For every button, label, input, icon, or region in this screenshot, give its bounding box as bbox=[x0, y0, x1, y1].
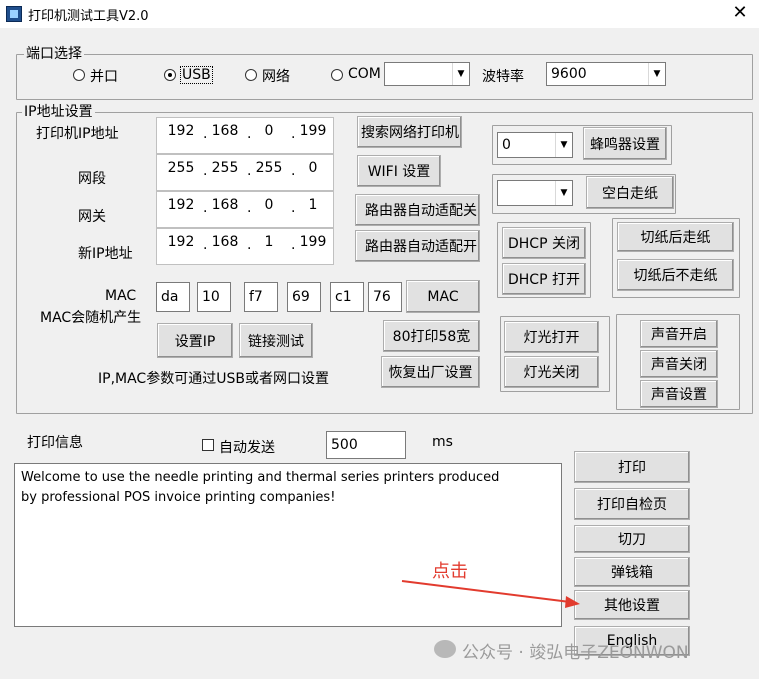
interval-input[interactable]: 500 bbox=[326, 431, 406, 459]
mac-label: MAC bbox=[105, 288, 137, 304]
blank-feed-select[interactable]: ▼ bbox=[497, 180, 573, 206]
buzzer-settings-button[interactable]: 蜂鸣器设置 bbox=[583, 127, 667, 160]
subnet-field[interactable]: 255 . 255 . 255 . 0 bbox=[156, 154, 334, 191]
radio-com[interactable] bbox=[331, 69, 343, 81]
print-text-line: by professional POS invoice printing com… bbox=[21, 490, 336, 505]
interval-unit: ms bbox=[432, 434, 453, 450]
app-icon bbox=[6, 6, 22, 22]
ip-legend: IP地址设置 bbox=[22, 104, 95, 120]
ip-octet: 1 bbox=[308, 197, 318, 213]
ip-octet: 0 bbox=[264, 123, 274, 139]
cash-drawer-button[interactable]: 弹钱箱 bbox=[574, 557, 690, 587]
close-icon[interactable]: ✕ bbox=[728, 2, 752, 24]
ip-octet: 168 bbox=[211, 123, 239, 139]
ip-mac-hint: IP,MAC参数可通过USB或者网口设置 bbox=[98, 371, 329, 387]
link-test-button[interactable]: 链接测试 bbox=[239, 323, 313, 358]
dhcp-off-button[interactable]: DHCP 关闭 bbox=[502, 227, 586, 259]
ip-octet: 199 bbox=[299, 234, 327, 250]
dhcp-on-button[interactable]: DHCP 打开 bbox=[502, 263, 586, 295]
cut-feed-button[interactable]: 切纸后走纸 bbox=[617, 222, 734, 252]
sound-on-button[interactable]: 声音开启 bbox=[640, 320, 718, 348]
print-info-label: 打印信息 bbox=[27, 435, 83, 451]
auto-send-checkbox[interactable] bbox=[202, 439, 214, 451]
ip-octet: 1 bbox=[264, 234, 274, 250]
wifi-settings-button[interactable]: WIFI 设置 bbox=[357, 155, 441, 187]
set-ip-button[interactable]: 设置IP bbox=[157, 323, 233, 358]
router-auto-off-button[interactable]: 路由器自动适配关 bbox=[355, 194, 480, 226]
new-ip-field[interactable]: 192 . 168 . 1 . 199 bbox=[156, 228, 334, 265]
radio-usb-label: USB bbox=[180, 66, 213, 84]
port-legend: 端口选择 bbox=[24, 46, 84, 62]
search-printer-button[interactable]: 搜索网络打印机 bbox=[357, 116, 462, 148]
mac-octet-field[interactable]: 69 bbox=[287, 282, 321, 312]
ip-octet: 192 bbox=[167, 234, 195, 250]
print-text-line: Welcome to use the needle printing and t… bbox=[21, 470, 500, 485]
router-auto-on-button[interactable]: 路由器自动适配开 bbox=[355, 230, 480, 262]
buzzer-select[interactable]: 0 ▼ bbox=[497, 132, 573, 158]
title-bar: 打印机测试工具V2.0 ✕ bbox=[0, 0, 759, 28]
watermark-text: 公众号 · 竣弘电子ZEONWON bbox=[462, 643, 689, 663]
restore-factory-button[interactable]: 恢复出厂设置 bbox=[381, 356, 480, 388]
chevron-down-icon: ▼ bbox=[555, 133, 572, 157]
chevron-down-icon: ▼ bbox=[648, 63, 665, 85]
ip-octet: 168 bbox=[211, 197, 239, 213]
new-ip-label: 新IP地址 bbox=[78, 246, 133, 262]
sound-settings-button[interactable]: 声音设置 bbox=[640, 380, 718, 408]
wechat-icon bbox=[434, 640, 456, 658]
baud-label: 波特率 bbox=[482, 69, 524, 85]
self-test-button[interactable]: 打印自检页 bbox=[574, 488, 690, 520]
ip-octet: 192 bbox=[167, 123, 195, 139]
ip-octet: 0 bbox=[264, 197, 274, 213]
ip-octet: 168 bbox=[211, 234, 239, 250]
ip-octet: 255 bbox=[211, 160, 239, 176]
mac-octet-field[interactable]: 10 bbox=[197, 282, 231, 312]
ip-octet: 192 bbox=[167, 197, 195, 213]
chevron-down-icon: ▼ bbox=[555, 181, 572, 205]
red-arrow-icon bbox=[401, 580, 580, 608]
ip-octet: 255 bbox=[255, 160, 283, 176]
print-button[interactable]: 打印 bbox=[574, 451, 690, 483]
mac-octet-field[interactable]: 76 bbox=[368, 282, 402, 312]
sound-off-button[interactable]: 声音关闭 bbox=[640, 350, 718, 378]
baud-select[interactable]: 9600 ▼ bbox=[546, 62, 666, 86]
chevron-down-icon: ▼ bbox=[452, 63, 469, 85]
radio-usb[interactable] bbox=[164, 69, 176, 81]
light-off-button[interactable]: 灯光关闭 bbox=[504, 356, 599, 388]
gateway-label: 网关 bbox=[78, 209, 106, 225]
cutter-button[interactable]: 切刀 bbox=[574, 525, 690, 553]
ip-octet: 0 bbox=[308, 160, 318, 176]
mac-octet-field[interactable]: da bbox=[156, 282, 190, 312]
printer-ip-label: 打印机IP地址 bbox=[36, 126, 119, 142]
window-title: 打印机测试工具V2.0 bbox=[28, 9, 149, 24]
blank-feed-button[interactable]: 空白走纸 bbox=[586, 176, 674, 209]
auto-send-label: 自动发送 bbox=[219, 440, 275, 456]
radio-network[interactable] bbox=[245, 69, 257, 81]
radio-parallel-label: 并口 bbox=[90, 69, 118, 85]
print80-58-button[interactable]: 80打印58宽 bbox=[383, 320, 480, 352]
ip-octet: 199 bbox=[299, 123, 327, 139]
mac-octet-field[interactable]: f7 bbox=[244, 282, 278, 312]
mac-button[interactable]: MAC bbox=[406, 280, 480, 313]
radio-parallel[interactable] bbox=[73, 69, 85, 81]
light-on-button[interactable]: 灯光打开 bbox=[504, 321, 599, 353]
ip-octet: 255 bbox=[167, 160, 195, 176]
radio-com-label: COM bbox=[348, 66, 381, 82]
com-select[interactable]: ▼ bbox=[384, 62, 470, 86]
gateway-field[interactable]: 192 . 168 . 0 . 1 bbox=[156, 191, 334, 228]
subnet-label: 网段 bbox=[78, 171, 106, 187]
printer-ip-field[interactable]: 192 . 168 . 0 . 199 bbox=[156, 117, 334, 154]
mac-octet-field[interactable]: c1 bbox=[330, 282, 364, 312]
radio-network-label: 网络 bbox=[262, 69, 290, 85]
cut-no-feed-button[interactable]: 切纸后不走纸 bbox=[617, 259, 734, 291]
other-settings-button[interactable]: 其他设置 bbox=[574, 590, 690, 620]
mac-random-label: MAC会随机产生 bbox=[40, 310, 142, 326]
